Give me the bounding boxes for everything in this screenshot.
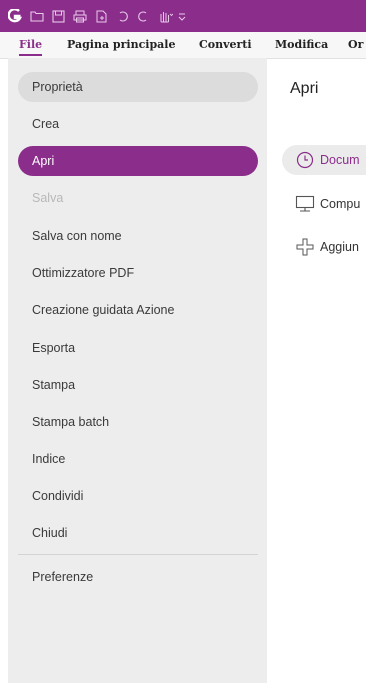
nav-item-stampa-batch[interactable]: Stampa batch [18,407,258,437]
nav-item-condividi[interactable]: Condividi [18,481,258,511]
nav-item-apri[interactable]: Apri [18,146,258,176]
location-computer[interactable]: Compu [282,189,366,219]
location-label: Aggiun [320,240,359,254]
print-icon[interactable] [73,9,87,23]
nav-item-proprieta[interactable]: Proprietà [18,72,258,102]
nav-item-salva-con-nome[interactable]: Salva con nome [18,221,258,251]
tab-converti[interactable]: Converti [199,38,252,51]
nav-divider [18,554,258,555]
hand-tool-icon[interactable] [157,9,173,23]
page-title: Apri [290,80,319,97]
nav-item-preferenze[interactable]: Preferenze [18,562,258,592]
title-bar [0,0,366,32]
redo-icon[interactable] [137,9,149,23]
nav-item-salva: Salva [32,191,64,205]
location-label: Compu [320,197,361,211]
nav-item-crea[interactable]: Crea [18,109,258,139]
tab-modifica[interactable]: Modifica [275,38,328,51]
ribbon-tab-bar: File Pagina principale Converti Modifica… [0,32,366,59]
nav-item-ottimizzatore-pdf[interactable]: Ottimizzatore PDF [18,258,258,288]
nav-item-chiudi[interactable]: Chiudi [18,518,258,548]
new-doc-icon[interactable] [95,9,107,23]
computer-icon [294,193,316,215]
file-menu-nav: Proprietà Crea Apri Salva Salva con nome… [8,58,267,683]
clock-icon [294,149,316,171]
add-icon [294,236,316,258]
nav-item-esporta[interactable]: Esporta [18,333,258,363]
customize-icon[interactable] [178,9,186,23]
app-logo-icon [8,9,22,23]
tab-pagina-principale[interactable]: Pagina principale [67,38,175,51]
nav-item-stampa[interactable]: Stampa [18,370,258,400]
nav-item-creazione-guidata-azione[interactable]: Creazione guidata Azione [18,295,258,325]
location-recent-documents[interactable]: Docum [282,145,366,175]
save-icon[interactable] [52,9,65,23]
tab-organizza[interactable]: Or [348,38,363,51]
undo-icon[interactable] [117,9,129,23]
open-folder-icon[interactable] [30,9,44,23]
tab-file[interactable]: File [19,38,43,56]
location-label: Docum [320,153,360,167]
nav-item-indice[interactable]: Indice [18,444,258,474]
location-add-place[interactable]: Aggiun [282,232,366,262]
